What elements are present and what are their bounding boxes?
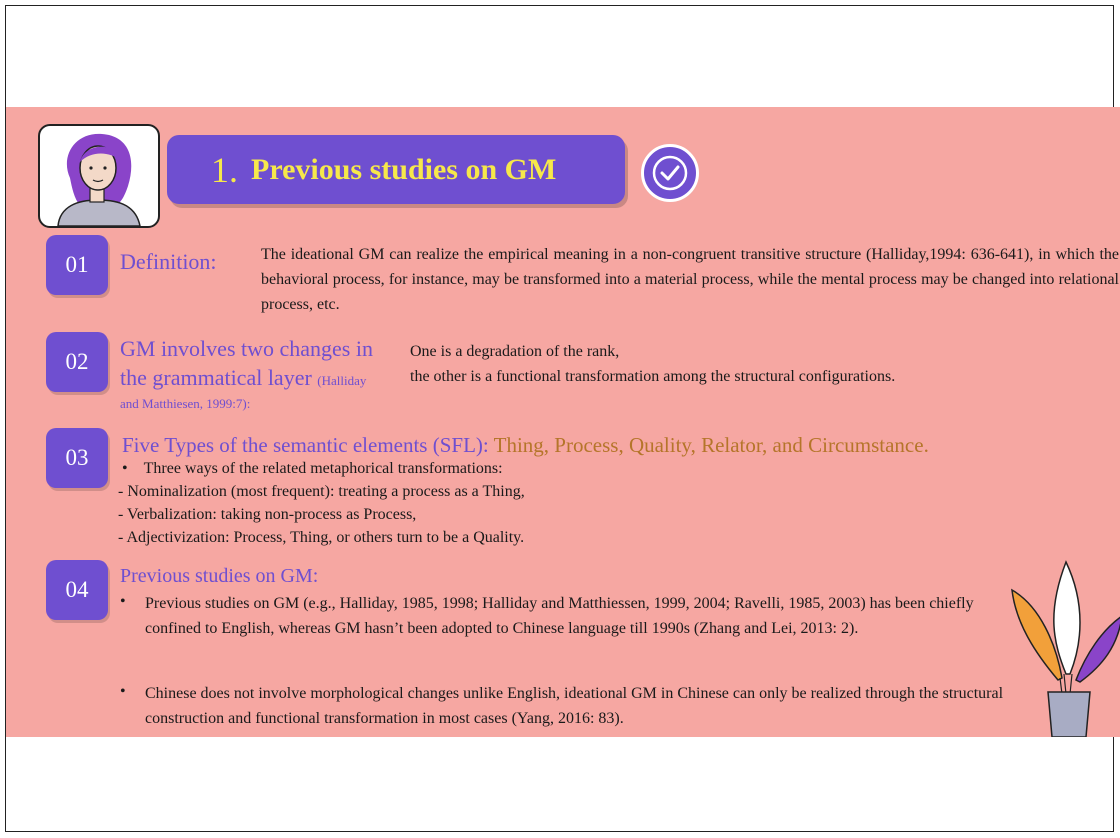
semantic-elements-heading: Five Types of the semantic elements (SFL… — [122, 433, 929, 458]
citation-matthiesen: and Matthiesen, 1999:7): — [120, 396, 251, 411]
verbalization-item: - Verbalization: taking non-process as P… — [118, 506, 417, 523]
gm-changes-heading-line2: the grammatical layer (Halliday — [120, 365, 366, 391]
previous-studies-bullet-2: Chinese does not involve morphological c… — [145, 685, 1004, 727]
section-number-02: 02 — [46, 332, 108, 392]
definition-heading: Definition: — [120, 249, 217, 274]
transformations-bullet: • Three ways of the related metaphorical… — [122, 460, 503, 478]
citation-halliday: (Halliday — [317, 373, 367, 388]
gm-changes-heading-text: the grammatical layer — [120, 365, 312, 390]
previous-studies-bullet-1: Previous studies on GM (e.g., Halliday, … — [145, 595, 974, 637]
semantic-types-list: Thing, Process, Quality, Relator, and Ci… — [493, 433, 929, 457]
section-number-03: 03 — [46, 428, 108, 488]
check-icon — [641, 144, 699, 202]
nominalization-item: - Nominalization (most frequent): treati… — [118, 483, 525, 500]
semantic-elements-title: Five Types of the semantic elements (SFL… — [122, 433, 489, 457]
previous-studies-heading: Previous studies on GM: — [120, 565, 319, 587]
rank-degradation-text: One is a degradation of the rank, — [410, 343, 620, 360]
title-number: 1. — [211, 150, 238, 190]
gm-changes-heading-line1: GM involves two changes in — [120, 336, 373, 361]
bullet-dot-icon: • — [122, 460, 144, 477]
avatar-illustration — [38, 124, 160, 228]
plant-illustration — [1006, 554, 1120, 737]
functional-transformation-text: the other is a functional transformation… — [410, 368, 896, 385]
slide: 1. Previous studies on GM 01 Definition:… — [6, 107, 1120, 737]
bullet-dot-icon: • — [120, 593, 126, 610]
transformations-intro: Three ways of the related metaphorical t… — [143, 460, 503, 477]
adjectivization-item: - Adjectivization: Process, Thing, or ot… — [118, 529, 525, 546]
bullet-dot-icon: • — [120, 683, 126, 700]
section-number-04: 04 — [46, 560, 108, 620]
section-number-01: 01 — [46, 235, 108, 295]
page-title: Previous studies on GM — [251, 153, 557, 186]
definition-text: The ideational GM can realize the empiri… — [261, 246, 1119, 313]
title-banner: 1. Previous studies on GM — [167, 135, 625, 204]
